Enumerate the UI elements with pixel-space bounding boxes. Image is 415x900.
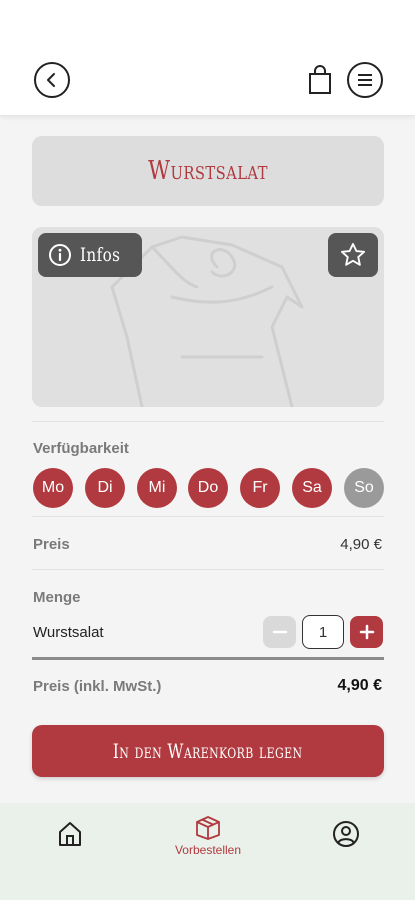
quantity-input[interactable]: 1 xyxy=(302,615,344,649)
nav-profile[interactable] xyxy=(331,820,361,848)
hamburger-menu-icon xyxy=(358,74,372,86)
availability-days: Mo Di Mi Do Fr Sa So xyxy=(33,468,385,508)
quantity-label: Menge xyxy=(33,589,81,606)
chevron-left-icon xyxy=(47,73,55,87)
price-value: 4,90 € xyxy=(340,536,382,553)
infos-button[interactable]: Infos xyxy=(38,233,142,277)
add-to-cart-button[interactable]: In den Warenkorb legen xyxy=(32,725,384,777)
decrease-quantity-button[interactable] xyxy=(263,616,296,648)
day-mo: Mo xyxy=(33,468,73,508)
nav-preorder[interactable]: Vorbestellen xyxy=(158,813,258,857)
divider xyxy=(32,569,384,570)
bottom-navigation: Vorbestellen xyxy=(0,803,415,900)
plus-icon xyxy=(359,624,374,640)
quantity-item-name: Wurstsalat xyxy=(33,624,104,641)
home-icon xyxy=(59,822,81,846)
minus-icon xyxy=(272,630,287,634)
star-icon xyxy=(340,242,366,266)
nav-home[interactable] xyxy=(54,820,86,848)
day-fr: Fr xyxy=(240,468,280,508)
price-label: Preis xyxy=(33,536,70,553)
info-icon xyxy=(49,244,71,266)
day-so: So xyxy=(344,468,384,508)
nav-preorder-label: Vorbestellen xyxy=(174,843,242,857)
product-title: Wurstsalat xyxy=(148,156,268,186)
infos-label: Infos xyxy=(80,244,121,266)
divider xyxy=(32,516,384,517)
product-title-box: Wurstsalat xyxy=(32,136,384,206)
total-divider xyxy=(32,657,384,660)
profile-icon xyxy=(333,821,359,847)
favorite-button[interactable] xyxy=(328,233,378,277)
increase-quantity-button[interactable] xyxy=(350,616,383,648)
top-bar xyxy=(0,0,415,116)
add-to-cart-label: In den Warenkorb legen xyxy=(113,739,303,763)
availability-label: Verfügbarkeit xyxy=(33,440,129,457)
shopping-bag-icon xyxy=(309,65,331,94)
divider xyxy=(32,421,384,422)
day-sa: Sa xyxy=(292,468,332,508)
total-value: 4,90 € xyxy=(337,677,382,694)
cart-button[interactable] xyxy=(307,64,333,96)
total-label: Preis (inkl. MwSt.) xyxy=(33,678,162,695)
product-image: Infos xyxy=(32,227,384,407)
day-mi: Mi xyxy=(137,468,177,508)
preorder-box-icon xyxy=(196,816,220,840)
back-button[interactable] xyxy=(34,62,70,98)
day-do: Do xyxy=(188,468,228,508)
day-di: Di xyxy=(85,468,125,508)
menu-button[interactable] xyxy=(347,62,383,98)
